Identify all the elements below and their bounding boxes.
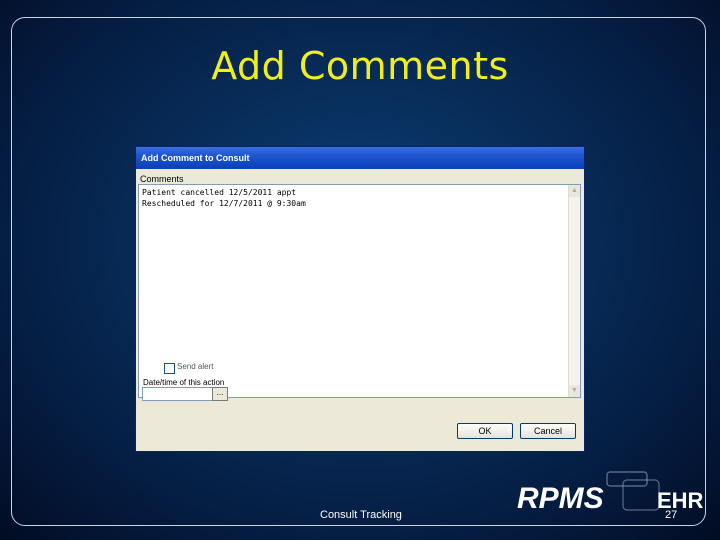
- datetime-picker-button[interactable]: ...: [212, 387, 228, 401]
- comment-line: Rescheduled for 12/7/2011 @ 9:30am: [142, 199, 306, 208]
- dialog-title: Add Comment to Consult: [141, 153, 250, 163]
- page-number: 27: [665, 509, 678, 521]
- comments-label: Comments: [140, 174, 184, 184]
- datetime-label: Date/time of this action: [143, 378, 225, 387]
- datetime-input[interactable]: [142, 387, 218, 401]
- logo-ehr-text: EHR: [657, 488, 704, 513]
- dialog-titlebar[interactable]: Add Comment to Consult: [136, 147, 584, 169]
- send-alert-label: Send alert: [177, 362, 214, 371]
- cancel-button[interactable]: Cancel: [520, 423, 576, 439]
- footer-text: Consult Tracking: [320, 509, 402, 521]
- ok-button[interactable]: OK: [457, 423, 513, 439]
- logo-rpms-text: RPMS: [517, 482, 604, 515]
- comments-scrollbar[interactable]: ▲ ▼: [568, 185, 580, 397]
- slide-title: Add Comments: [211, 44, 509, 88]
- scroll-up-icon[interactable]: ▲: [569, 185, 580, 197]
- send-alert-checkbox[interactable]: [164, 363, 175, 374]
- add-comment-dialog: Add Comment to Consult Comments Patient …: [135, 146, 585, 452]
- comment-line: Patient cancelled 12/5/2011 appt: [142, 188, 297, 197]
- scroll-down-icon[interactable]: ▼: [569, 385, 580, 397]
